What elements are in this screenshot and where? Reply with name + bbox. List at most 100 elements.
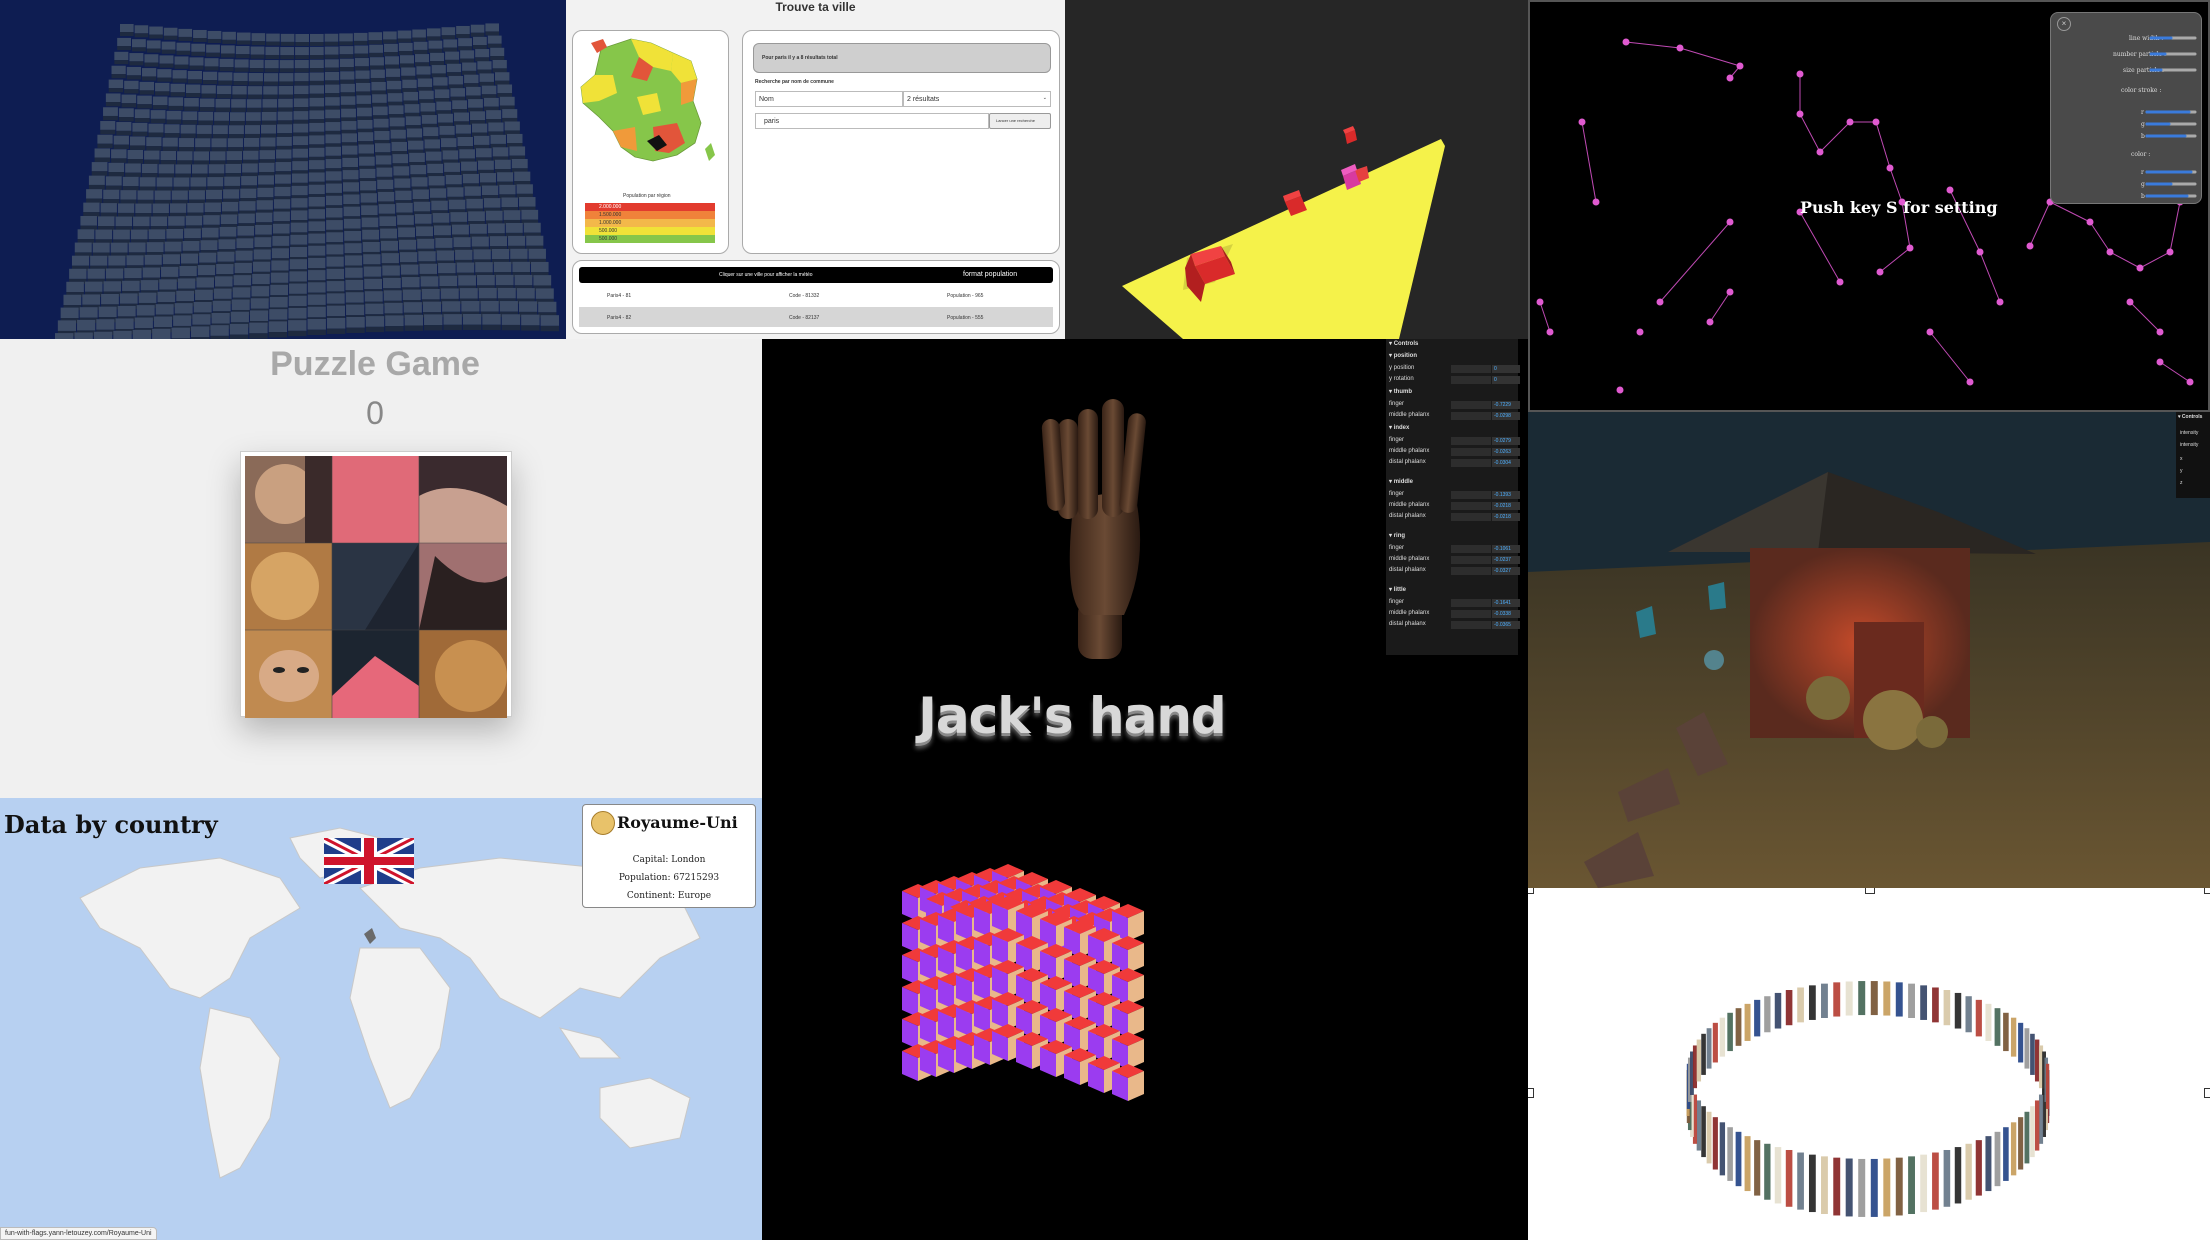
folder-thumb[interactable]: ▾ thumb: [1389, 387, 1412, 398]
gui-slider[interactable]: [1451, 376, 1491, 384]
wave-block: [295, 47, 309, 60]
wave-blocks-canvas[interactable]: [0, 0, 566, 339]
gui-slider[interactable]: [1451, 621, 1491, 629]
wave-block: [247, 86, 263, 99]
book-ring-canvas[interactable]: [1528, 888, 2210, 1240]
hand-canvas[interactable]: [762, 339, 1382, 851]
search-button[interactable]: Lancer une recherche: [989, 113, 1051, 129]
gui-slider[interactable]: [1451, 545, 1491, 553]
wave-block: [499, 96, 515, 110]
particles-scene[interactable]: Push key S for setting × line width : nu…: [1528, 0, 2210, 412]
wave-block: [439, 125, 455, 140]
resize-handle[interactable]: [1865, 888, 1875, 894]
gui-slider[interactable]: [1451, 401, 1491, 409]
control-x[interactable]: x: [2180, 456, 2183, 462]
wave-block: [325, 195, 343, 211]
particle: [1546, 328, 1554, 336]
resize-handle[interactable]: [2204, 1088, 2210, 1098]
wave-block: [94, 148, 111, 163]
wave-block: [117, 203, 135, 218]
wave-block: [468, 211, 485, 226]
controls-header[interactable]: ▾ Controls: [1389, 339, 1418, 350]
gui-slider[interactable]: [1451, 513, 1491, 521]
gui-slider[interactable]: [1451, 599, 1491, 607]
gui-slider[interactable]: [1451, 365, 1491, 373]
search-input[interactable]: paris: [755, 113, 989, 129]
wave-block: [219, 58, 234, 72]
wave-block: [341, 121, 357, 135]
wave-block: [238, 213, 255, 229]
wave-block: [403, 91, 419, 105]
highlighted-country[interactable]: [364, 928, 376, 944]
wave-block: [356, 107, 372, 121]
gui-slider[interactable]: [1451, 412, 1491, 420]
search-label: Recherche par nom de commune: [755, 79, 834, 85]
table-row[interactable]: Paris4 - 81 Code - 81332 Population - 96…: [579, 285, 1053, 305]
settings-sliders[interactable]: [2051, 13, 2201, 203]
book-ring-scene[interactable]: [1528, 888, 2210, 1240]
gui-slider[interactable]: [1451, 437, 1491, 445]
block-cube-scene[interactable]: [762, 851, 1527, 1240]
folder-little[interactable]: ▾ little: [1389, 585, 1406, 596]
control-z[interactable]: z: [2180, 480, 2183, 486]
control-y[interactable]: y: [2180, 468, 2183, 474]
particle: [1926, 328, 1934, 336]
wave-block: [274, 186, 291, 202]
folder-middle[interactable]: ▾ middle: [1389, 477, 1413, 488]
book-spine: [1774, 992, 1782, 1029]
folder-index[interactable]: ▾ index: [1389, 423, 1409, 434]
book-spine: [1932, 987, 1939, 1023]
wave-block: [354, 58, 369, 71]
france-map[interactable]: [573, 31, 728, 191]
control-intensity[interactable]: intensity: [2180, 442, 2198, 448]
house-canvas[interactable]: [1528, 412, 2210, 888]
wave-block: [177, 151, 193, 165]
wave-block: [246, 99, 262, 113]
folder-position[interactable]: ▾ position: [1389, 351, 1417, 362]
table-row[interactable]: Paris4 - 82 Code - 82137 Population - 55…: [579, 307, 1053, 327]
gui-slider[interactable]: [1451, 502, 1491, 510]
block-cube-canvas[interactable]: [762, 851, 1527, 1240]
particle: [1536, 298, 1544, 306]
resize-handle[interactable]: [1528, 1088, 1534, 1098]
field-select[interactable]: Nom: [755, 91, 903, 107]
house-scene[interactable]: ▾ Controls intensity intensity x y z: [1528, 412, 2210, 888]
wave-block: [276, 136, 292, 151]
wave-block: [501, 314, 521, 331]
resize-handle[interactable]: [2204, 888, 2210, 894]
wave-block: [92, 242, 110, 258]
book-spine: [1764, 1143, 1771, 1200]
resize-handle[interactable]: [1528, 888, 1534, 894]
particle: [1976, 248, 1984, 256]
folder-ring[interactable]: ▾ ring: [1389, 531, 1405, 542]
results-select[interactable]: 2 résultats ⌄: [903, 91, 1051, 107]
wave-block: [137, 190, 154, 205]
puzzle-grid[interactable]: [245, 456, 507, 718]
particle: [1736, 62, 1744, 70]
wave-block: [450, 212, 468, 227]
wave-block: [211, 138, 227, 152]
wave-block: [108, 79, 124, 93]
particle: [1726, 288, 1734, 296]
book-spine: [2010, 1017, 2017, 1057]
wave-block: [193, 151, 210, 165]
cube-runner-scene[interactable]: [1065, 0, 1528, 339]
gui-slider[interactable]: [1451, 459, 1491, 467]
controls-header[interactable]: ▾ Controls: [2178, 414, 2202, 420]
jacks-hand-scene[interactable]: Jack's hand ▾ Controls ▾ position y posi…: [762, 339, 1527, 851]
gui-slider[interactable]: [1451, 567, 1491, 575]
wave-block: [308, 184, 325, 199]
book-spine: [2010, 1122, 2017, 1176]
wave-block: [241, 176, 258, 191]
control-intensity[interactable]: intensity: [2180, 430, 2198, 436]
gui-slider[interactable]: [1451, 491, 1491, 499]
gui-slider[interactable]: [1451, 448, 1491, 456]
wave-blocks-scene[interactable]: [0, 0, 566, 339]
wave-block: [437, 113, 453, 128]
cube-runner-canvas[interactable]: [1065, 0, 1528, 339]
chevron-down-icon: ⌄: [1042, 95, 1047, 101]
wave-block: [369, 57, 384, 70]
gui-slider[interactable]: [1451, 556, 1491, 564]
gui-slider[interactable]: [1451, 610, 1491, 618]
wave-block: [375, 143, 391, 157]
